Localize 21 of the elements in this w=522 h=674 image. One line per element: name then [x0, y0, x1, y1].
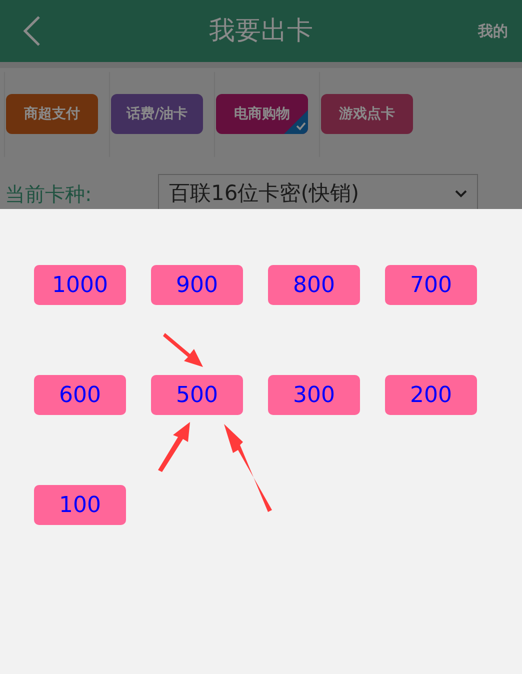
amount-button[interactable]: 700 — [385, 265, 477, 305]
amount-button[interactable]: 800 — [268, 265, 360, 305]
amount-button[interactable]: 200 — [385, 375, 477, 415]
amount-button[interactable]: 900 — [151, 265, 243, 305]
amount-button[interactable]: 600 — [34, 375, 126, 415]
amount-button[interactable]: 100 — [34, 485, 126, 525]
page-title: 我要出卡 — [209, 14, 313, 48]
arrow — [163, 333, 203, 367]
my-link[interactable]: 我的 — [478, 20, 508, 42]
card-type-select[interactable]: 百联16位卡密(快销) — [158, 174, 478, 209]
amount-button[interactable]: 300 — [268, 375, 360, 415]
amount-button[interactable]: 1000 — [34, 265, 126, 305]
chevron-down-icon — [455, 190, 467, 198]
category-tab[interactable]: 话费/油卡 — [111, 94, 203, 134]
category-tab[interactable]: 游戏点卡 — [321, 94, 413, 134]
category-tab[interactable]: 电商购物 — [216, 94, 308, 134]
amount-button[interactable]: 500 — [151, 375, 243, 415]
back-icon[interactable] — [22, 15, 42, 47]
category-tab[interactable]: 商超支付 — [6, 94, 98, 134]
arrow — [158, 422, 190, 472]
card-type-label: 当前卡种: — [4, 181, 93, 208]
